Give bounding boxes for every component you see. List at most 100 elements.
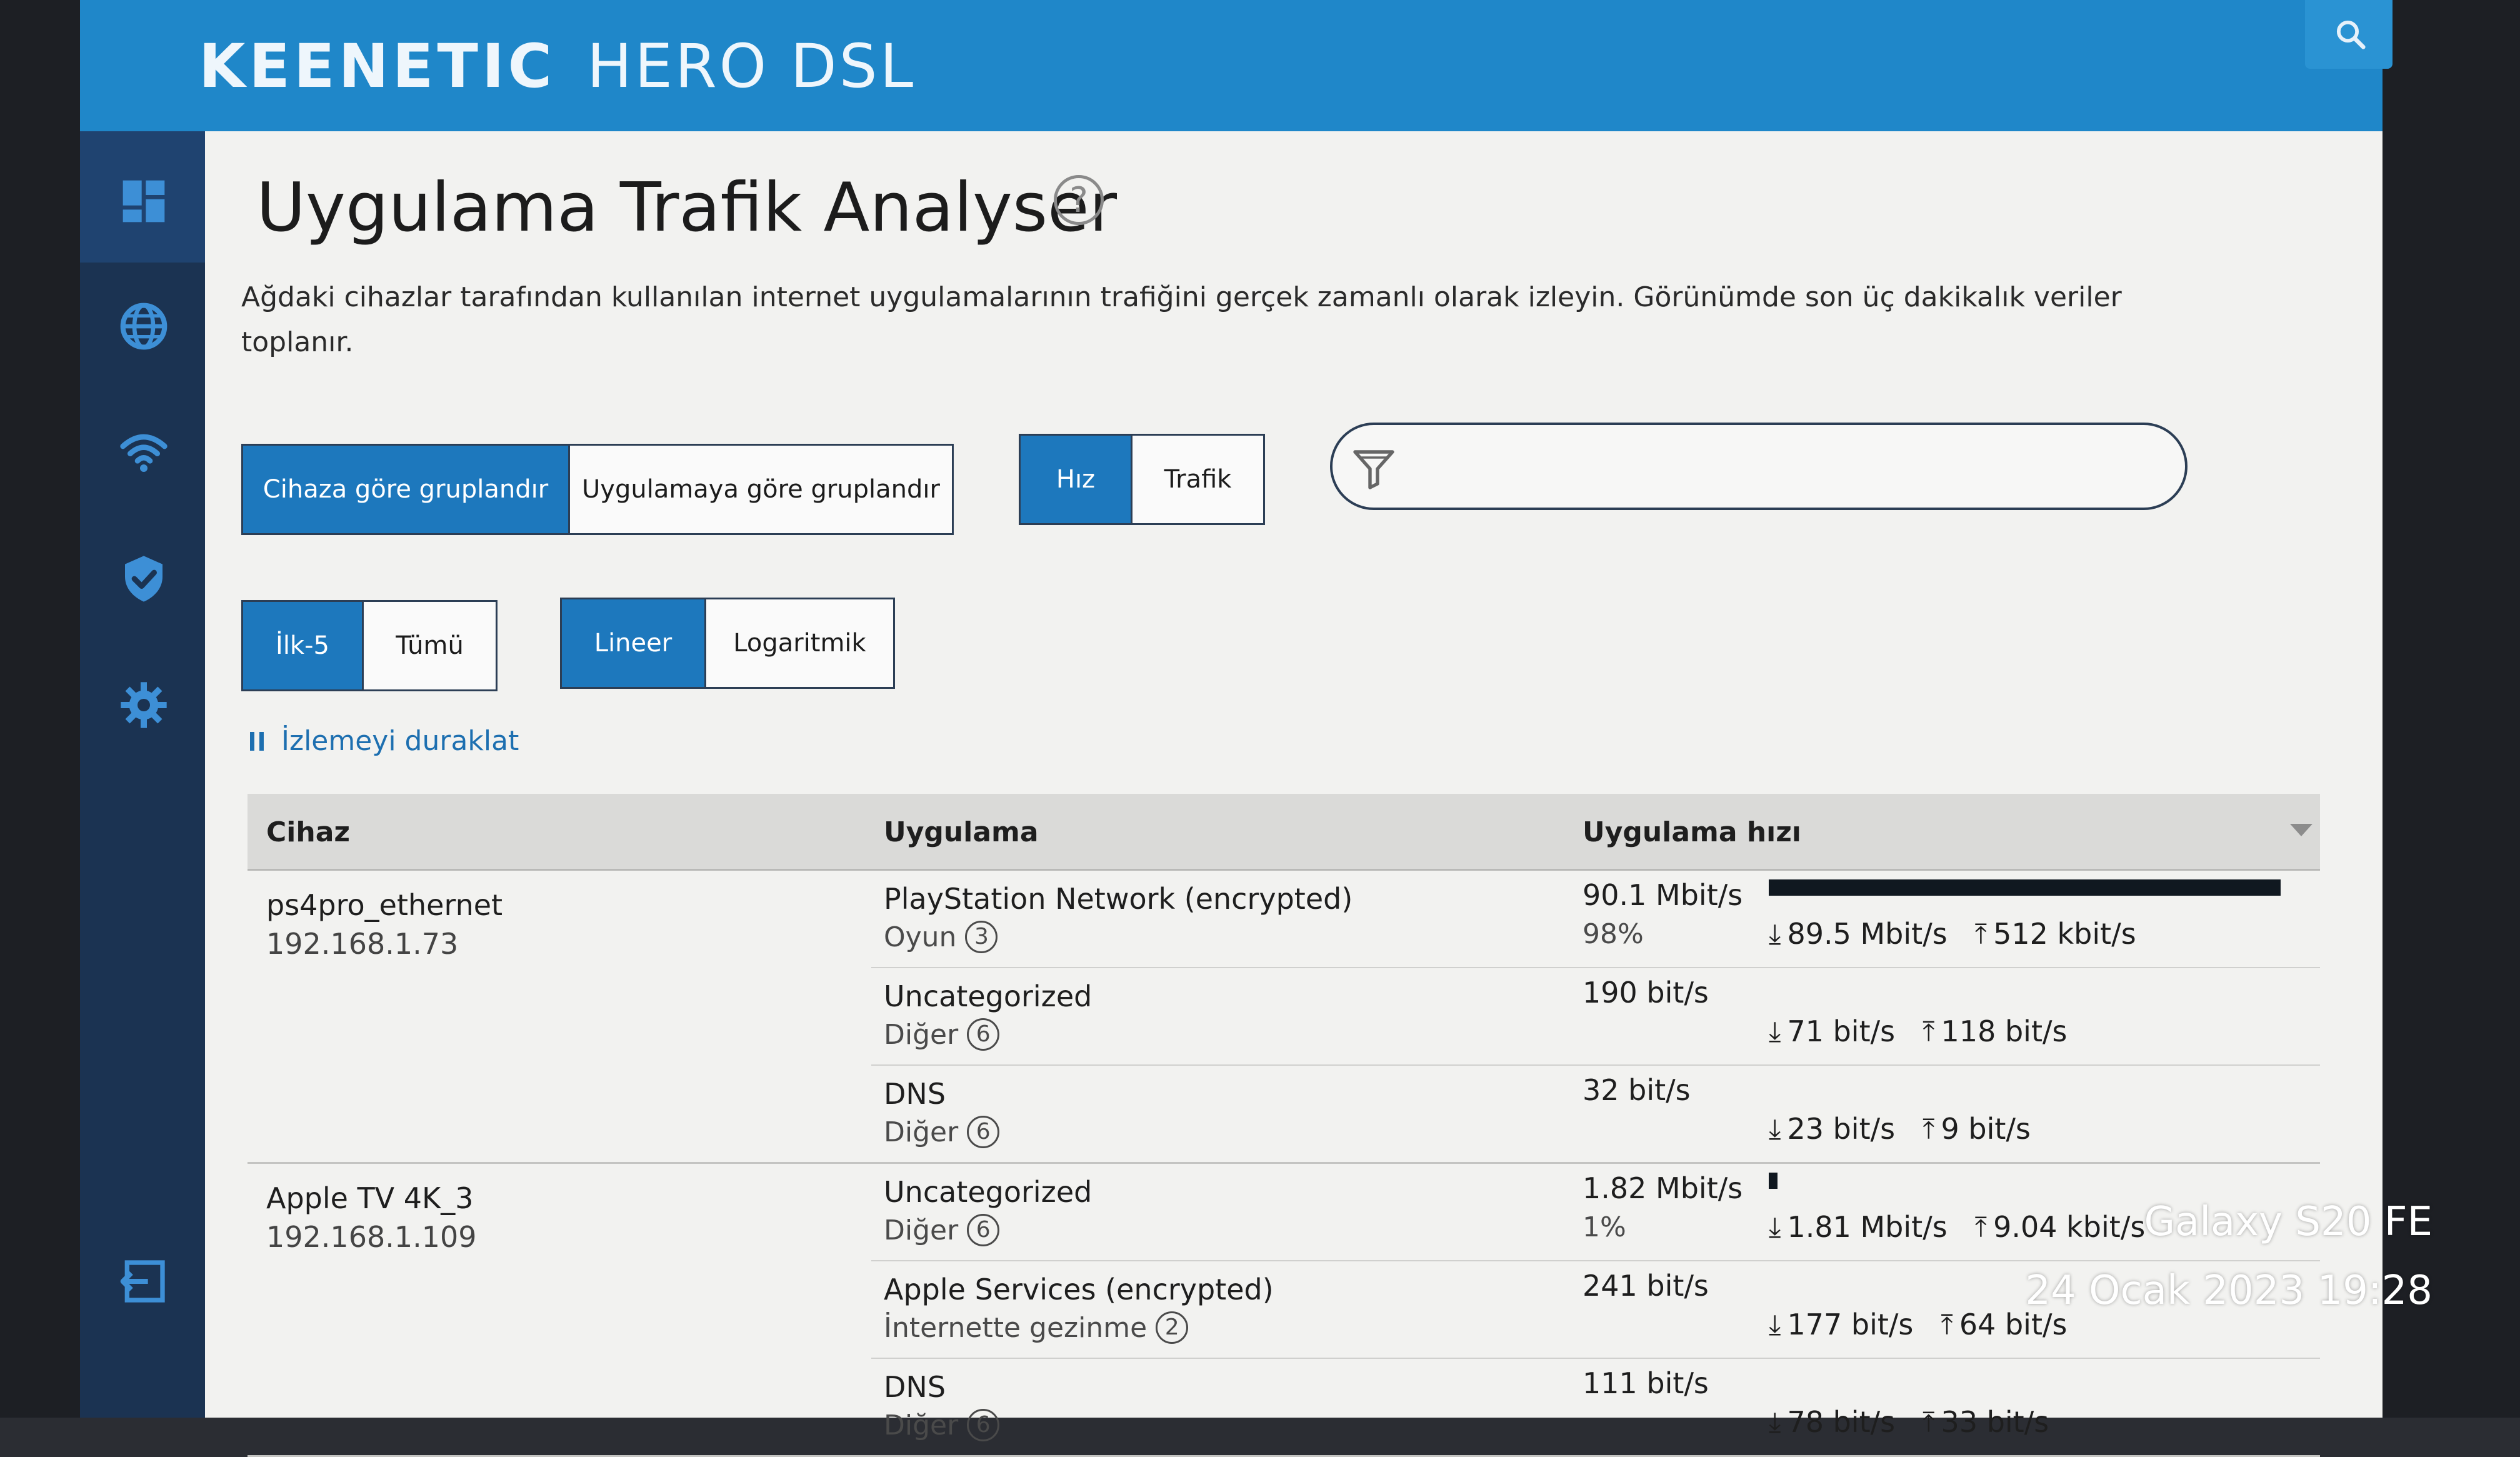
app-category-label: Oyun — [884, 921, 957, 953]
device-group: ps4pro_ethernet 192.168.1.73 PlayStation N… — [248, 871, 2320, 1164]
device-group: Apple TV 4K_3 192.168.1.109 Uncategorized D… — [248, 1164, 2320, 1457]
speed-button[interactable]: Hız — [1021, 436, 1131, 523]
category-count-badge: 6 — [967, 1409, 1000, 1441]
download-rate: ⤓ 78 bit/s — [1769, 1405, 1895, 1439]
download-rate-value: 177 bit/s — [1787, 1308, 1914, 1341]
scale-toggle: Lineer Logaritmik — [560, 598, 895, 689]
app-speed-percent: 1% — [1582, 1211, 1626, 1243]
app-name: Uncategorized — [884, 1175, 1092, 1209]
upload-rate: ⤒ 9 bit/s — [1922, 1112, 2031, 1146]
traffic-table: Cihaz Uygulama Uygulama hızı ps4pro_ethe… — [248, 794, 2320, 1457]
logout-icon[interactable] — [119, 1256, 169, 1306]
upload-rate: ⤒ 33 bit/s — [1922, 1405, 2049, 1439]
app-name: DNS — [884, 1077, 946, 1111]
app-speed: 111 bit/s — [1582, 1366, 1709, 1400]
filter-input[interactable] — [1330, 423, 2188, 510]
linear-button[interactable]: Lineer — [562, 599, 704, 687]
column-header-speed[interactable]: Uygulama hızı — [1582, 816, 1801, 848]
group-by-app-button[interactable]: Uygulamaya göre gruplandır — [568, 446, 952, 533]
download-rate: ⤓ 23 bit/s — [1769, 1112, 1895, 1146]
app-rates: ⤓ 71 bit/s ⤒ 118 bit/s — [1769, 1014, 2067, 1048]
upload-arrow-icon: ⤒ — [1922, 1406, 1935, 1438]
all-button[interactable]: Tümü — [362, 602, 496, 689]
app-category-label: Diğer — [884, 1214, 959, 1246]
upload-arrow-icon: ⤒ — [1941, 1308, 1953, 1341]
upload-rate: ⤒ 512 kbit/s — [1975, 917, 2136, 951]
pause-monitoring-label: İzlemeyi duraklat — [281, 725, 519, 757]
search-icon — [2336, 20, 2366, 49]
app-category: İnternette gezinme 2 — [884, 1311, 1189, 1344]
camera-model-text: Galaxy S20 FE — [2144, 1199, 2432, 1245]
upload-arrow-icon: ⤒ — [1974, 1211, 1988, 1243]
category-count-badge: 2 — [1156, 1311, 1189, 1344]
app-rates: ⤓ 89.5 Mbit/s ⤒ 512 kbit/s — [1769, 917, 2136, 951]
app-rates: ⤓ 23 bit/s ⤒ 9 bit/s — [1769, 1112, 2031, 1146]
upload-rate-value: 9 bit/s — [1941, 1112, 2031, 1146]
download-arrow-icon: ⤓ — [1769, 918, 1781, 950]
app-speed: 90.1 Mbit/s — [1582, 878, 1743, 912]
top-5-button[interactable]: İlk-5 — [243, 602, 362, 689]
app-speed: 1.82 Mbit/s — [1582, 1171, 1743, 1205]
top-header-bar: KEENETIC HERO DSL — [80, 0, 2392, 131]
download-arrow-icon: ⤓ — [1769, 1308, 1781, 1341]
download-rate-value: 71 bit/s — [1787, 1014, 1896, 1048]
app-speed: 32 bit/s — [1582, 1073, 1691, 1107]
app-speed: 241 bit/s — [1582, 1269, 1709, 1303]
model-name: HERO DSL — [587, 31, 916, 101]
gear-icon[interactable] — [119, 680, 169, 730]
upload-arrow-icon: ⤒ — [1974, 918, 1988, 950]
screen: KEENETIC HERO DSL Uygulama Trafik Analys… — [0, 0, 2520, 1457]
table-row[interactable]: PlayStation Network (encrypted) Oyun 3 90.1… — [871, 871, 2320, 968]
sidebar — [80, 131, 205, 1418]
app-category: Diğer 6 — [884, 1116, 1000, 1148]
download-rate-value: 89.5 Mbit/s — [1787, 917, 1948, 951]
search-button[interactable] — [2305, 0, 2392, 69]
table-header: Cihaz Uygulama Uygulama hızı — [248, 794, 2320, 871]
upload-rate: ⤒ 118 bit/s — [1922, 1014, 2067, 1048]
download-arrow-icon: ⤓ — [1769, 1211, 1781, 1243]
device-info[interactable]: Apple TV 4K_3 192.168.1.109 — [266, 1179, 477, 1256]
page-title: Uygulama Trafik Analyser — [256, 169, 1117, 247]
filter-icon — [1353, 450, 1394, 489]
wifi-icon[interactable] — [119, 428, 169, 478]
app-category: Diğer 6 — [884, 1018, 1000, 1051]
app-category-label: Diğer — [884, 1116, 959, 1148]
table-row[interactable]: DNS Diğer 6 32 bit/s ⤓ 23 bit/s ⤒ 9 bit/s — [871, 1066, 2320, 1162]
pause-monitoring-link[interactable]: İzlemeyi duraklat — [250, 725, 519, 757]
speed-bar — [1769, 879, 2281, 896]
app-rates: ⤓ 177 bit/s ⤒ 64 bit/s — [1769, 1308, 2067, 1341]
group-by-device-button[interactable]: Cihaza göre gruplandır — [243, 446, 568, 533]
download-arrow-icon: ⤓ — [1769, 1113, 1781, 1145]
column-header-device[interactable]: Cihaz — [266, 816, 350, 848]
download-rate: ⤓ 1.81 Mbit/s — [1769, 1210, 1948, 1244]
dashboard-icon[interactable] — [119, 176, 169, 226]
brand-name: KEENETIC — [199, 31, 556, 101]
download-rate-value: 1.81 Mbit/s — [1787, 1210, 1948, 1244]
app-category-label: İnternette gezinme — [884, 1311, 1148, 1344]
device-info[interactable]: ps4pro_ethernet 192.168.1.73 — [266, 886, 502, 963]
sort-desc-icon[interactable] — [2290, 824, 2312, 836]
download-arrow-icon: ⤓ — [1769, 1406, 1781, 1438]
device-ip: 192.168.1.109 — [266, 1220, 477, 1254]
upload-rate-value: 33 bit/s — [1941, 1405, 2049, 1439]
top-count-toggle: İlk-5 Tümü — [241, 600, 498, 691]
app-name: Apple Services (encrypted) — [884, 1273, 1274, 1306]
app-name: Uncategorized — [884, 979, 1092, 1013]
logarithmic-button[interactable]: Logaritmik — [704, 599, 893, 687]
app-rates: ⤓ 78 bit/s ⤒ 33 bit/s — [1769, 1405, 2049, 1439]
table-row[interactable]: DNS Diğer 6 111 bit/s ⤓ 78 bit/s ⤒ 33 bit/s — [871, 1359, 2320, 1455]
traffic-button[interactable]: Trafik — [1131, 436, 1263, 523]
download-rate: ⤓ 177 bit/s — [1769, 1308, 1913, 1341]
shield-icon[interactable] — [119, 554, 169, 604]
app-category: Oyun 3 — [884, 921, 998, 953]
globe-icon[interactable] — [119, 301, 169, 351]
help-icon[interactable]: ? — [1054, 175, 1104, 225]
device-name: Apple TV 4K_3 — [266, 1181, 474, 1215]
column-header-app[interactable]: Uygulama — [884, 816, 1039, 848]
group-by-toggle: Cihaza göre gruplandır Uygulamaya göre g… — [241, 444, 954, 535]
table-row[interactable]: Uncategorized Diğer 6 190 bit/s ⤓ 71 bit/s ⤒ 11… — [871, 968, 2320, 1066]
app-category-label: Diğer — [884, 1409, 959, 1441]
camera-datetime-text: 24 Ocak 2023 19:28 — [2025, 1268, 2432, 1314]
metric-toggle: Hız Trafik — [1019, 434, 1265, 525]
camera-watermark: Galaxy S20 FE 24 Ocak 2023 19:28 — [2025, 1188, 2432, 1325]
